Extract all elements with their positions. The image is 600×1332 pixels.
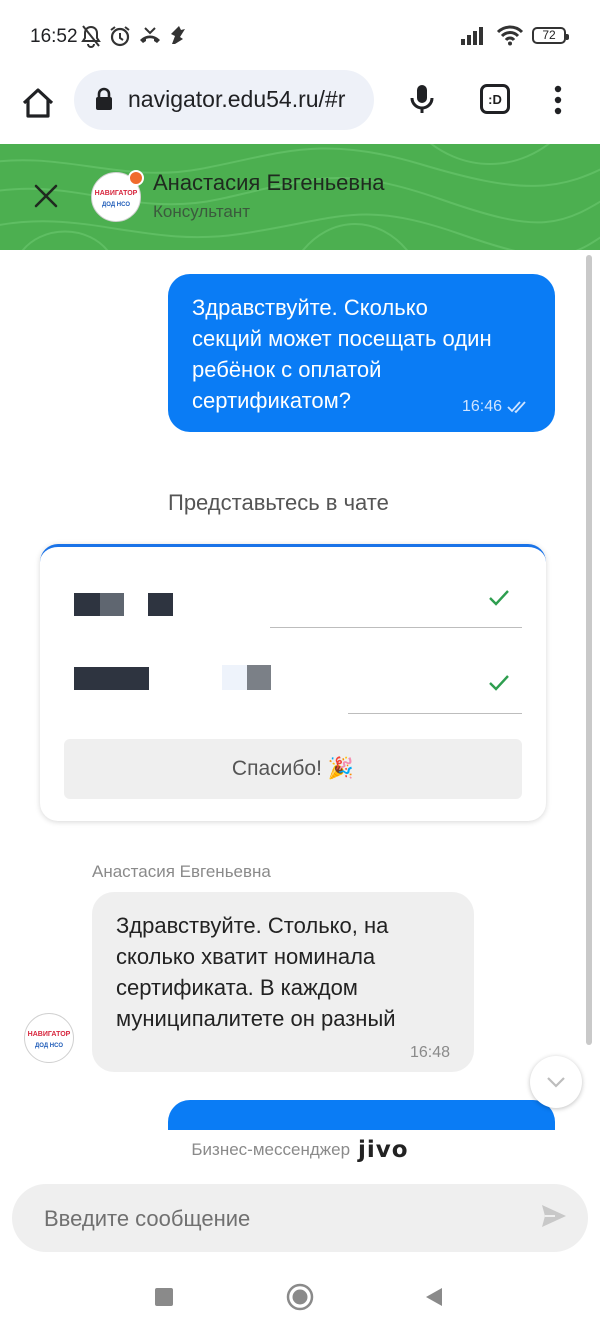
message-time: 16:48 — [409, 1044, 450, 1061]
message-text: Здравствуйте. Столько, на сколько хватит… — [116, 913, 396, 1031]
svg-text:НАВИГАТОР: НАВИГАТОР — [28, 1031, 71, 1038]
agent-name: Анастасия Евгеньевна — [153, 170, 385, 195]
double-check-icon — [507, 401, 526, 414]
chat-scrollbar[interactable] — [586, 255, 592, 1045]
redacted-phone-value — [74, 667, 149, 690]
sender-name: Анастасия Евгеньевна — [92, 862, 271, 881]
check-icon — [489, 590, 509, 606]
app-notification-icon — [171, 26, 185, 44]
status-time: 16:52 — [30, 26, 78, 47]
tab-switcher-button[interactable]: :D — [480, 84, 510, 114]
jivo-logo[interactable]: jivo — [358, 1137, 409, 1163]
status-right: 72 — [460, 24, 569, 46]
wifi-icon — [496, 25, 524, 46]
chat-header — [0, 144, 600, 250]
agent-avatar: НАВИГАТОР ДОД НСО — [24, 1013, 74, 1063]
url-text[interactable]: navigator.edu54.ru/#r — [128, 86, 364, 113]
redacted-block — [148, 593, 173, 616]
navigator-logo-icon: НАВИГАТОР ДОД НСО — [28, 1031, 71, 1049]
send-icon[interactable] — [540, 1202, 568, 1230]
lock-icon[interactable] — [94, 86, 114, 112]
redacted-block — [247, 665, 271, 690]
check-icon — [489, 675, 509, 691]
message-meta: 16:46 — [462, 398, 529, 416]
bell-off-icon — [81, 25, 101, 48]
home-icon[interactable] — [18, 84, 58, 124]
chevron-down-icon — [547, 1077, 565, 1088]
message-text: Здравствуйте. Сколько секций может посещ… — [192, 295, 492, 413]
alarm-icon — [110, 26, 130, 47]
message-time: 16:46 — [461, 398, 502, 415]
intro-form-title: Представьтесь в чате — [168, 490, 389, 515]
outgoing-message: Здравствуйте. Сколько секций может посещ… — [168, 274, 555, 432]
svg-text:ДОД НСО: ДОД НСО — [35, 1043, 63, 1049]
topographic-pattern — [0, 144, 600, 250]
back-icon[interactable] — [424, 1286, 444, 1308]
close-icon[interactable] — [30, 180, 62, 212]
home-button-icon[interactable] — [285, 1282, 315, 1312]
svg-text:ДОД НСО: ДОД НСО — [102, 202, 130, 208]
phone-field-underline[interactable] — [348, 713, 522, 714]
message-input[interactable] — [42, 1196, 516, 1242]
agent-role: Консультант — [153, 202, 251, 221]
thanks-button-label: Спасибо! — [231, 757, 322, 780]
signal-icon — [461, 27, 483, 45]
missed-call-icon — [140, 27, 160, 43]
powered-by-bar: Бизнес-мессенджер jivo — [0, 1130, 600, 1170]
incoming-message: Здравствуйте. Столько, на сколько хватит… — [92, 892, 474, 1072]
scroll-down-button[interactable] — [530, 1056, 582, 1108]
party-popper-icon: 🎉 — [327, 757, 355, 780]
battery-icon: 72 — [532, 26, 569, 44]
recents-button[interactable] — [155, 1288, 173, 1306]
microphone-icon[interactable] — [408, 83, 436, 115]
redacted-block — [222, 665, 247, 690]
name-field-underline[interactable] — [270, 627, 522, 628]
online-status-dot — [128, 170, 144, 186]
redacted-block — [100, 593, 124, 616]
svg-text:НАВИГАТОР: НАВИГАТОР — [95, 190, 138, 197]
more-menu-icon[interactable] — [548, 84, 568, 116]
outgoing-message-partial — [168, 1100, 555, 1130]
status-icons — [80, 24, 188, 48]
powered-by-text: Бизнес-мессенджер — [191, 1140, 351, 1159]
thanks-button[interactable]: Спасибо! 🎉 — [64, 739, 522, 799]
